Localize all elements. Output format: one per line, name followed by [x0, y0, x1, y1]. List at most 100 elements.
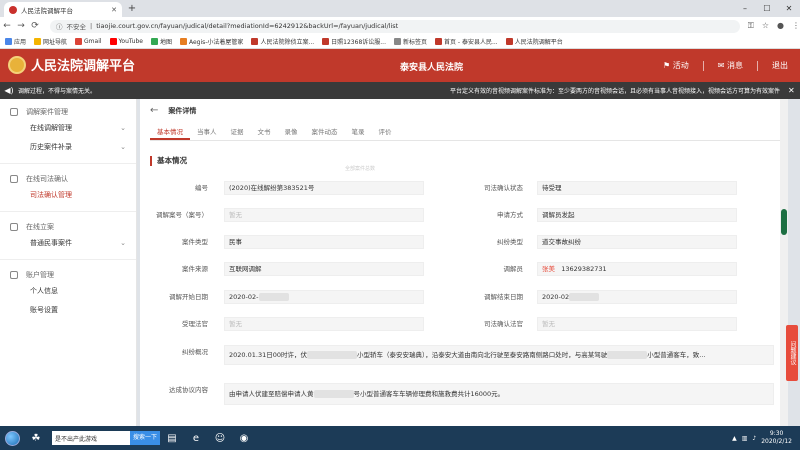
tab-documents[interactable]: 文书	[251, 125, 278, 140]
address-bar[interactable]: ⓘ 不安全 | tiaojie.court.gov.cn/fayuan/judi…	[50, 19, 740, 33]
tab-transcripts[interactable]: 笔录	[345, 125, 372, 140]
field-row: 案件来源 互联网调解 调解员 张美 13629382731	[140, 261, 780, 277]
court-name: 泰安县人民法院	[400, 63, 464, 73]
browser-tab[interactable]: 人民法院调解平台 ✕	[4, 2, 122, 17]
overview-value: 2020.01.31日00时许，伏 小型轿车（泰安安瑞典），沿泰安大道由南向北行驶…	[224, 345, 774, 365]
bookmark-item[interactable]: Aegis-小法着屋管家	[179, 37, 243, 46]
section-title: 基本情况	[150, 156, 187, 166]
tab-reviews[interactable]: 评价	[372, 125, 399, 140]
back-icon[interactable]: ←	[0, 21, 14, 31]
close-window-icon[interactable]: ✕	[778, 0, 800, 17]
confirm-judge-label: 司法确认法官	[484, 320, 523, 328]
volume-icon[interactable]: ♪	[752, 435, 756, 442]
scrollbar-thumb[interactable]	[781, 209, 787, 235]
sidebar-item-online-mediation[interactable]: 在线调解管理 ⌄	[0, 119, 136, 138]
source-value: 互联网调解	[224, 262, 424, 276]
feedback-tab[interactable]: 问题建议	[786, 325, 798, 381]
sidebar-item-settings[interactable]: 账号设置	[0, 301, 136, 320]
logo[interactable]: 人民法院调解平台	[8, 55, 135, 74]
chevron-down-icon: ⌄	[120, 239, 126, 247]
ie-browser-icon[interactable]: e	[184, 427, 208, 449]
field-row: 受理法官 暂无 司法确认法官 暂无	[140, 316, 780, 332]
start-button[interactable]	[0, 426, 24, 450]
field-row: 调解案号（案号） 暂无 申请方式 调解员发起	[140, 207, 780, 223]
field-row: 纠纷概况 2020.01.31日00时许，伏 小型轿车（泰安安瑞典），沿泰安大道由…	[140, 344, 780, 365]
browser-tabbar: 人民法院调解平台 ✕ + – ☐ ✕	[0, 0, 800, 17]
brand-title: 人民法院调解平台	[31, 59, 136, 74]
maximize-icon[interactable]: ☐	[756, 0, 778, 17]
start-date-label: 调解开始日期	[169, 293, 208, 301]
qq-icon[interactable]: ☺	[208, 427, 232, 449]
chrome-icon[interactable]: ◉	[232, 427, 256, 449]
mediator-phone: 13629382731	[561, 265, 607, 273]
bookmark-item[interactable]: 网址导航	[34, 37, 67, 46]
mediation-no-value: 暂无	[224, 208, 424, 222]
chevron-down-icon: ⌄	[120, 124, 126, 132]
page-title: 案件详情	[168, 106, 197, 115]
account-icon[interactable]: ●	[777, 21, 784, 31]
case-no-label: 编号	[195, 184, 208, 192]
field-row: 达成协议内容 由申请人伏建至赔偿申请人黄 号小型普通客车车辆修理费和施救费共计16…	[140, 382, 780, 405]
sidebar-group-judicial: 在线司法确认 司法确认管理	[0, 166, 136, 209]
network-icon[interactable]: ▥	[742, 435, 748, 442]
bookmark-item[interactable]: 首页 - 泰安县人民...	[435, 37, 498, 46]
sidebar-item-confirm-management[interactable]: 司法确认管理	[0, 186, 136, 205]
taskbar-app-icon[interactable]: ☘	[24, 427, 48, 449]
star-icon[interactable]: ☆	[762, 21, 769, 31]
case-type-value: 民事	[224, 235, 424, 249]
app-header: 人民法院调解平台 泰安县人民法院 ⚑ 活动 ✉ 消息 退出	[0, 49, 800, 82]
case-type-label: 案件类型	[182, 238, 208, 246]
messages-link[interactable]: ✉ 消息	[718, 60, 743, 71]
agreement-value: 由申请人伏建至赔偿申请人黄 号小型普通客车车辆修理费和施救费共计16000元。	[224, 383, 774, 405]
file-explorer-icon[interactable]: ▤	[160, 427, 184, 449]
forward-icon[interactable]: →	[14, 21, 28, 31]
mediator-label: 调解员	[503, 265, 524, 273]
mediator-name: 张美	[542, 265, 555, 273]
bookmark-item[interactable]: 人民法院调解平台	[505, 37, 563, 46]
new-tab-button[interactable]: +	[126, 3, 138, 15]
window-controls: – ☐ ✕	[734, 0, 800, 17]
confirm-status-value: 待受理	[537, 181, 737, 195]
tab-evidence[interactable]: 证据	[224, 125, 251, 140]
reload-icon[interactable]: ⟳	[28, 21, 42, 31]
tab-title: 人民法院调解平台	[21, 6, 73, 15]
bookmark-maps[interactable]: 地图	[150, 37, 172, 46]
case-no-value: (2020)在线解纷第383521号	[224, 181, 424, 195]
sidebar-item-history[interactable]: 历史案件补录 ⌄	[0, 138, 136, 157]
clock[interactable]: 9:30 2020/2/12	[761, 430, 792, 446]
agreement-label: 达成协议内容	[169, 386, 208, 394]
security-label: 不安全	[66, 23, 87, 31]
close-notice-icon[interactable]: ✕	[788, 86, 800, 95]
bookmark-gmail[interactable]: Gmail	[75, 38, 102, 45]
bookmark-item[interactable]: 日照12368诉讼服...	[322, 37, 386, 46]
notice-left: 调解过程，不得与案情无关。	[18, 88, 97, 95]
sidebar-item-profile[interactable]: 个人信息	[0, 282, 136, 301]
breadcrumb: ← 案件详情	[150, 105, 196, 116]
taskbar-search[interactable]: 是不出产此游戏 搜索一下	[52, 431, 160, 445]
activity-link[interactable]: ⚑ 活动	[663, 60, 689, 71]
menu-icon[interactable]: ⋮	[792, 21, 800, 31]
bookmark-item[interactable]: 人民法院除侦立案...	[251, 37, 314, 46]
notice-bar: ◀) 调解过程，不得与案情无关。 平台定义有效的音视频调解案件标准为：至少要两方…	[0, 82, 800, 99]
minimize-icon[interactable]: –	[734, 0, 756, 17]
key-icon[interactable]: ⚿	[748, 21, 754, 31]
logout-link[interactable]: 退出	[772, 60, 788, 71]
info-icon[interactable]: ⓘ	[56, 21, 63, 31]
close-tab-icon[interactable]: ✕	[111, 6, 117, 14]
system-tray: ▲ ▥ ♪ 9:30 2020/2/12	[732, 430, 800, 446]
source-label: 案件来源	[182, 265, 208, 273]
start-date-value: 2020-02-	[224, 290, 424, 304]
folder-icon	[10, 108, 18, 116]
search-go-button[interactable]: 搜索一下	[129, 431, 160, 445]
bookmark-youtube[interactable]: YouTube	[109, 38, 143, 45]
tab-case-updates[interactable]: 案件动态	[305, 125, 345, 140]
bookmark-apps[interactable]: 应用	[5, 37, 26, 46]
back-arrow-icon[interactable]: ←	[150, 105, 158, 116]
tab-recordings[interactable]: 录像	[278, 125, 305, 140]
tab-basic[interactable]: 基本情况	[150, 125, 190, 140]
confirm-judge-value: 暂无	[537, 317, 737, 331]
bookmark-item[interactable]: 新标签页	[393, 37, 427, 46]
sidebar-item-civil[interactable]: 普通民事案件 ⌄	[0, 234, 136, 253]
tab-parties[interactable]: 当事人	[190, 125, 224, 140]
tray-icon[interactable]: ▲	[732, 435, 737, 442]
